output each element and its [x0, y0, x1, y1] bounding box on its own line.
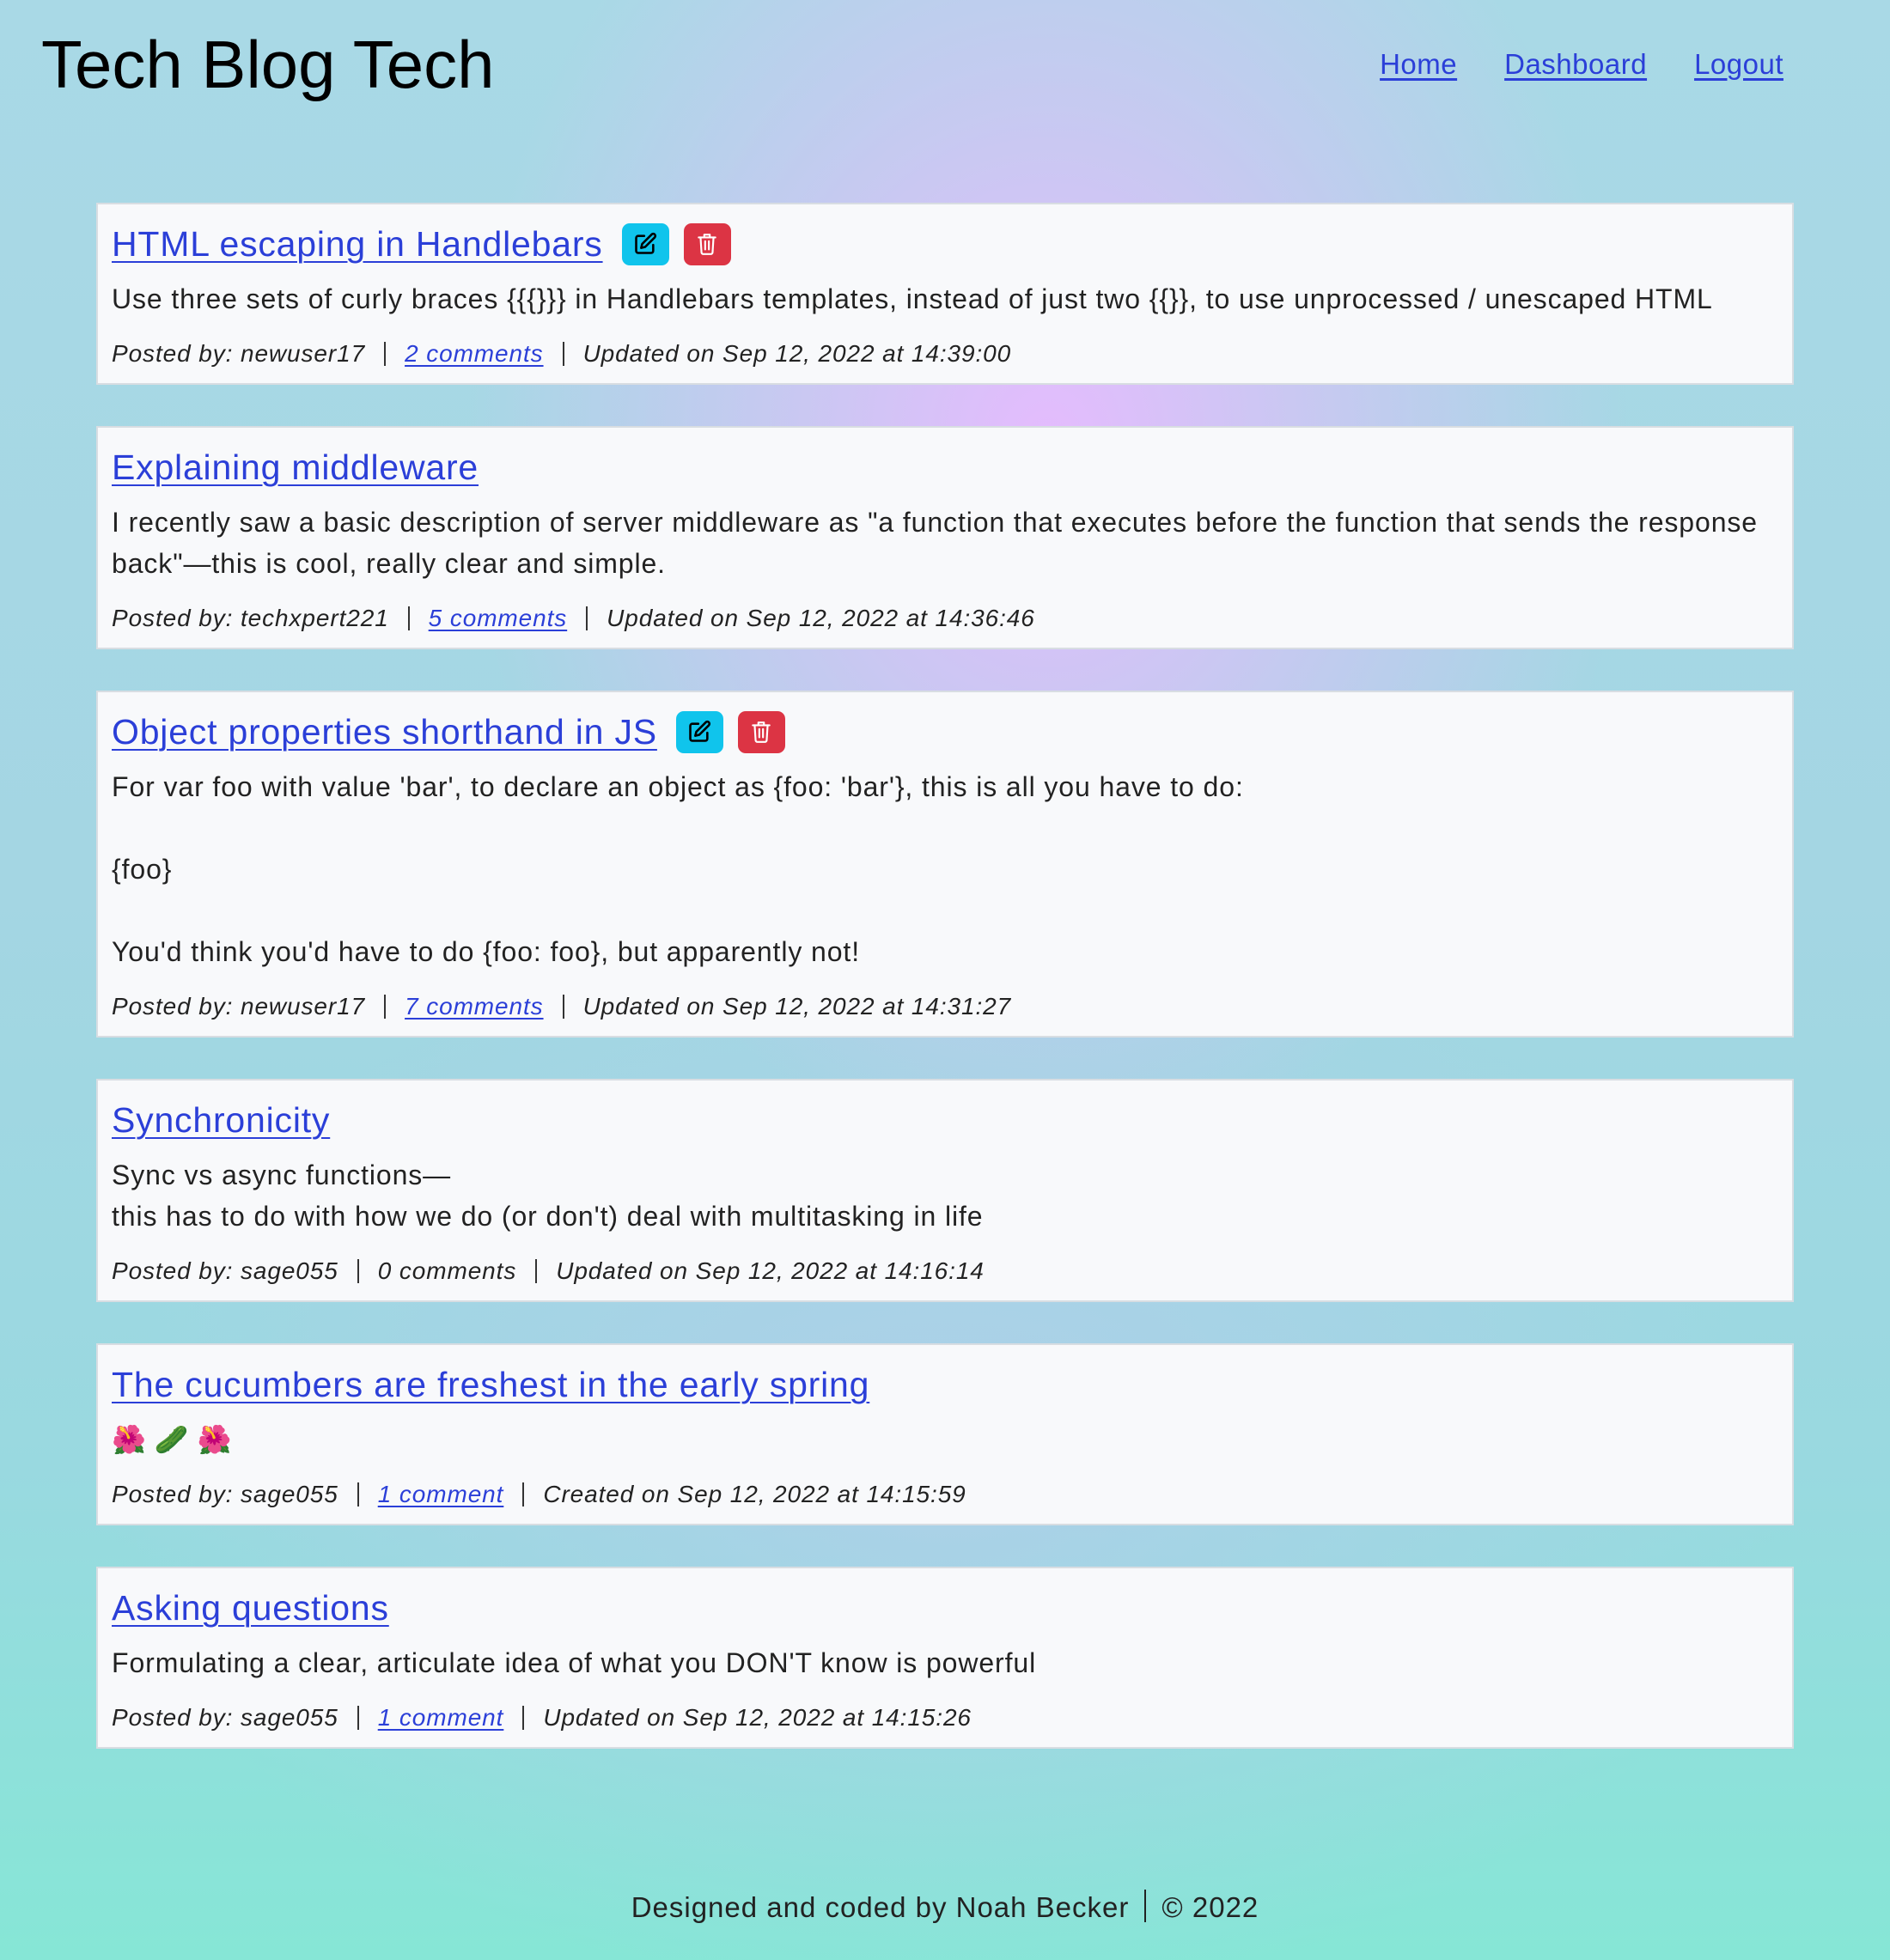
post-author: Posted by: newuser17	[112, 340, 366, 367]
post-card: Explaining middleware I recently saw a ba…	[96, 426, 1794, 649]
post-date: Created on Sep 12, 2022 at 14:15:59	[543, 1481, 966, 1507]
trash-icon	[750, 720, 772, 744]
meta-divider	[535, 1259, 538, 1283]
edit-post-button[interactable]	[621, 222, 669, 265]
footer-credit: Designed and coded by Noah Becker	[631, 1891, 1130, 1923]
site-title: Tech Blog Tech	[41, 27, 495, 102]
meta-divider	[357, 1259, 359, 1283]
post-author: Posted by: techxpert221	[112, 605, 389, 631]
post-body: Use three sets of curly braces {{{}}} in…	[112, 283, 1713, 314]
post-meta: Posted by: newuser17 7 comments Updated on…	[112, 993, 1778, 1020]
post-body: Sync vs async functions— this has to do …	[112, 1160, 984, 1232]
meta-divider	[522, 1482, 525, 1507]
post-meta: Posted by: sage055 1 comment Created on Se…	[112, 1481, 1778, 1508]
post-comments-count: 0 comments	[377, 1257, 517, 1284]
post-card: The cucumbers are freshest in the early …	[96, 1343, 1794, 1525]
meta-divider	[357, 1482, 359, 1507]
post-date: Updated on Sep 12, 2022 at 14:39:00	[582, 340, 1012, 367]
post-meta: Posted by: sage055 0 comments Updated on S…	[112, 1257, 1778, 1285]
post-comments-link[interactable]: 2 comments	[405, 340, 544, 368]
post-author: Posted by: newuser17	[112, 993, 366, 1020]
post-meta: Posted by: newuser17 2 comments Updated on…	[112, 340, 1778, 368]
footer-divider	[1144, 1890, 1147, 1922]
post-title-link[interactable]: Synchronicity	[112, 1100, 330, 1141]
post-card: Asking questions Formulating a clear, art…	[96, 1567, 1794, 1749]
post-title-row: Explaining middleware	[112, 443, 1778, 491]
post-title-link[interactable]: Asking questions	[112, 1588, 389, 1628]
post-meta: Posted by: techxpert221 5 comments Updated…	[112, 605, 1778, 632]
post-date: Updated on Sep 12, 2022 at 14:36:46	[607, 605, 1035, 631]
post-body: For var foo with value 'bar', to declare…	[112, 771, 1244, 967]
trash-icon	[696, 232, 718, 256]
post-title-link[interactable]: The cucumbers are freshest in the early …	[112, 1365, 869, 1405]
meta-divider	[384, 342, 387, 366]
meta-divider	[562, 342, 564, 366]
post-date: Updated on Sep 12, 2022 at 14:31:27	[582, 993, 1012, 1020]
post-card: Synchronicity Sync vs async functions— th…	[96, 1079, 1794, 1302]
site-footer: Designed and coded by Noah Becker © 2022	[0, 1890, 1890, 1924]
post-comments-link[interactable]: 7 comments	[405, 993, 544, 1020]
post-comments-link[interactable]: 1 comment	[378, 1481, 504, 1508]
meta-divider	[384, 995, 387, 1019]
post-title-link[interactable]: HTML escaping in Handlebars	[112, 224, 603, 265]
post-meta: Posted by: sage055 1 comment Updated on Se…	[112, 1704, 1778, 1732]
post-card: Object properties shorthand in JS For var…	[96, 691, 1794, 1038]
post-title-row: Synchronicity	[112, 1096, 1778, 1144]
post-author: Posted by: sage055	[112, 1257, 338, 1284]
edit-pencil-icon	[687, 720, 711, 744]
post-card: HTML escaping in Handlebars Use three set…	[96, 203, 1794, 385]
post-author: Posted by: sage055	[112, 1704, 338, 1731]
post-date: Updated on Sep 12, 2022 at 14:16:14	[556, 1257, 985, 1284]
post-title-row: Object properties shorthand in JS	[112, 708, 1778, 756]
meta-divider	[407, 606, 410, 630]
post-body: I recently saw a basic description of se…	[112, 507, 1758, 579]
post-title-row: Asking questions	[112, 1584, 1778, 1632]
post-author: Posted by: sage055	[112, 1481, 338, 1507]
post-date: Updated on Sep 12, 2022 at 14:15:26	[543, 1704, 972, 1731]
nav-dashboard-link[interactable]: Dashboard	[1504, 48, 1647, 81]
post-title-row: The cucumbers are freshest in the early …	[112, 1360, 1778, 1409]
post-comments-link[interactable]: 1 comment	[378, 1704, 504, 1732]
delete-post-button[interactable]	[683, 222, 731, 265]
post-title-row: HTML escaping in Handlebars	[112, 220, 1778, 268]
delete-post-button[interactable]	[737, 710, 785, 753]
nav-home-link[interactable]: Home	[1380, 48, 1457, 81]
post-body: 🌺🥒🌺	[112, 1424, 241, 1455]
footer-copyright: © 2022	[1161, 1891, 1259, 1923]
nav-logout-link[interactable]: Logout	[1694, 48, 1783, 81]
post-comments-link[interactable]: 5 comments	[429, 605, 568, 632]
meta-divider	[562, 995, 564, 1019]
post-title-link[interactable]: Object properties shorthand in JS	[112, 712, 657, 752]
meta-divider	[357, 1706, 359, 1730]
post-list: HTML escaping in Handlebars Use three set…	[96, 203, 1794, 1790]
main-nav: Home Dashboard Logout	[1380, 48, 1783, 81]
edit-pencil-icon	[633, 232, 657, 256]
edit-post-button[interactable]	[675, 710, 723, 753]
meta-divider	[522, 1706, 525, 1730]
post-title-link[interactable]: Explaining middleware	[112, 447, 479, 488]
site-header: Tech Blog Tech Home Dashboard Logout	[0, 0, 1890, 137]
post-body: Formulating a clear, articulate idea of …	[112, 1647, 1037, 1678]
meta-divider	[586, 606, 588, 630]
